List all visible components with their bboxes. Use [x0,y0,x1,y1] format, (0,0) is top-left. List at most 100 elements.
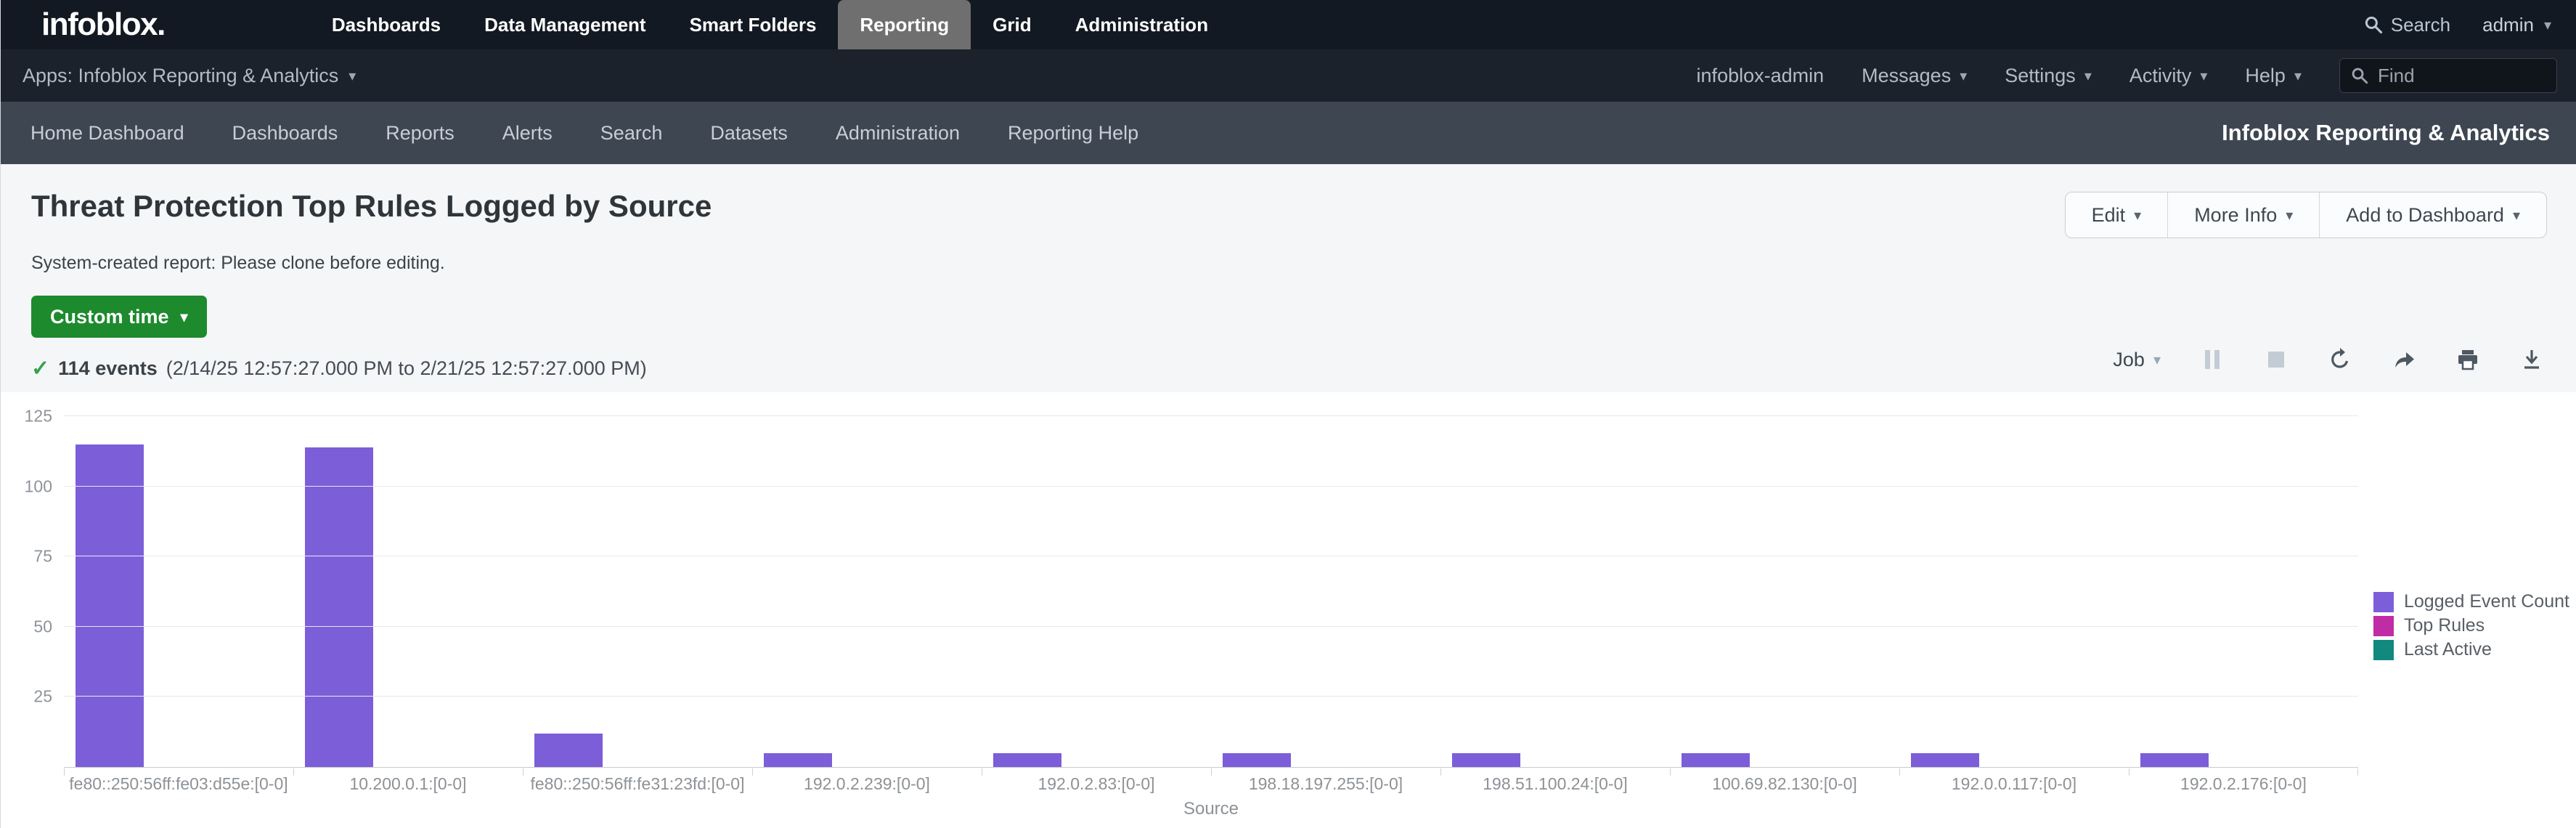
x-axis-category-label[interactable]: 198.51.100.24:[0-0] [1440,768,1670,794]
job-menu[interactable]: Job ▾ [2113,349,2161,371]
events-summary: ✓ 114 events (2/14/25 12:57:27.000 PM to… [31,356,647,381]
bar-group [982,416,1211,767]
x-axis-category-label[interactable]: 198.18.197.255:[0-0] [1211,768,1440,794]
nav-item-alerts[interactable]: Alerts [478,122,576,145]
chevron-down-icon: ▾ [181,308,188,326]
topbar-item-grid[interactable]: Grid [971,0,1053,49]
share-icon[interactable] [2392,347,2416,372]
nav-item-home-dashboard[interactable]: Home Dashboard [7,122,208,145]
search-icon [2350,66,2369,85]
appbar-menu-messages[interactable]: Messages▾ [1862,65,1967,87]
bar-group [64,416,293,767]
plot-area: 255075100125 [64,416,2358,768]
chevron-down-icon: ▾ [2084,67,2092,85]
bar-group [1899,416,2129,767]
events-count: 114 events [58,357,158,380]
legend-item-top-rules[interactable]: Top Rules [2373,614,2569,638]
topbar-item-administration[interactable]: Administration [1053,0,1230,49]
bar-logged-event-count[interactable] [1682,753,1750,767]
legend-item-last-active[interactable]: Last Active [2373,638,2569,662]
bar-logged-event-count[interactable] [1223,753,1291,767]
x-axis-category-label[interactable]: 192.0.2.239:[0-0] [752,768,982,794]
chart-legend: Logged Event Count Top RulesLast Active [2373,590,2569,662]
report-header: Threat Protection Top Rules Logged by So… [1,164,2576,392]
nav-item-dashboards[interactable]: Dashboards [208,122,362,145]
find-box[interactable] [2339,58,2557,93]
bar-group [523,416,752,767]
x-axis-category-label[interactable]: fe80::250:56ff:fe03:d55e:[0-0] [64,768,293,794]
nav-item-reports[interactable]: Reports [362,122,478,145]
bars-row [64,416,2358,767]
nav-item-search[interactable]: Search [576,122,687,145]
success-check-icon: ✓ [31,356,49,381]
legend-swatch [2373,592,2394,612]
more-info-button[interactable]: More Info▾ [2167,192,2319,238]
bar-logged-event-count[interactable] [2140,753,2209,767]
page-title: Threat Protection Top Rules Logged by So… [31,189,712,224]
bar-group [1440,416,1670,767]
appbar-menu-label: infoblox-admin [1697,65,1825,87]
y-axis-tick-label: 125 [1,407,52,426]
job-menu-label: Job [2113,349,2145,371]
user-menu[interactable]: admin ▾ [2482,14,2551,36]
search-icon [2363,15,2384,35]
bar-logged-event-count[interactable] [764,753,832,767]
appbar-menu-settings[interactable]: Settings▾ [2005,65,2092,87]
nav-item-administration[interactable]: Administration [812,122,984,145]
add-to-dashboard-button[interactable]: Add to Dashboard▾ [2319,192,2546,238]
legend-label: Logged Event Count [2404,591,2569,612]
legend-swatch [2373,640,2394,660]
action-group: Edit▾More Info▾Add to Dashboard▾ [2065,192,2547,238]
chevron-down-icon: ▾ [2200,67,2207,85]
action-button-label: More Info [2194,204,2277,227]
topbar: infoblox. DashboardsData ManagementSmart… [1,0,2576,49]
chevron-down-icon: ▾ [349,67,356,85]
apps-menu[interactable]: Apps: Infoblox Reporting & Analytics ▾ [23,65,356,87]
topbar-item-dashboards[interactable]: Dashboards [310,0,462,49]
topbar-item-reporting[interactable]: Reporting [838,0,971,49]
global-search-button[interactable]: Search [2363,14,2450,36]
bar-group [1211,416,1440,767]
bar-logged-event-count[interactable] [1452,753,1520,767]
events-range: (2/14/25 12:57:27.000 PM to 2/21/25 12:5… [166,357,647,380]
x-axis-category-label[interactable]: 192.0.2.176:[0-0] [2129,768,2358,794]
action-button-label: Edit [2092,204,2126,227]
x-axis-category-label[interactable]: 192.0.2.83:[0-0] [982,768,1211,794]
legend-item-logged-event-count[interactable]: Logged Event Count [2373,590,2569,614]
x-axis-category-label[interactable]: 192.0.0.117:[0-0] [1899,768,2129,794]
download-icon[interactable] [2519,347,2544,372]
y-axis-tick-label: 50 [1,617,52,636]
bar-logged-event-count[interactable] [534,734,603,767]
username-label: admin [2482,14,2534,36]
legend-label: Top Rules [2404,615,2485,636]
appbar-right: infoblox-admin Messages▾ Settings▾ Activity… [1697,58,2557,93]
appbar-menu-activity[interactable]: Activity ▾ [2129,65,2208,87]
chevron-down-icon: ▾ [2294,67,2302,85]
appbar-menu-label: Activity [2129,65,2192,87]
nav-item-reporting-help[interactable]: Reporting Help [984,122,1162,145]
edit-button[interactable]: Edit▾ [2066,192,2168,238]
topbar-item-smart-folders[interactable]: Smart Folders [668,0,839,49]
appbar-menu-help[interactable]: Help ▾ [2245,65,2302,87]
x-axis-category-label[interactable]: fe80::250:56ff:fe31:23fd:[0-0] [523,768,752,794]
section-navbar: Home DashboardDashboardsReportsAlertsSea… [1,102,2576,164]
print-icon[interactable] [2455,347,2480,372]
bar-logged-event-count[interactable] [1911,753,1979,767]
app-title: Infoblox Reporting & Analytics [2222,120,2550,146]
x-axis-category-label[interactable]: 10.200.0.1:[0-0] [293,768,523,794]
x-axis-category-label[interactable]: 100.69.82.130:[0-0] [1670,768,1899,794]
action-button-label: Add to Dashboard [2346,204,2504,227]
appbar-menu-infoblox-admin[interactable]: infoblox-admin [1697,65,1825,87]
y-axis-tick-label: 25 [1,687,52,707]
bar-logged-event-count[interactable] [305,447,373,767]
reload-icon[interactable] [2328,347,2352,372]
find-input[interactable] [2376,64,2546,88]
bar-logged-event-count[interactable] [76,445,144,767]
topbar-item-data-management[interactable]: Data Management [462,0,668,49]
appbar-menu-label: Help [2245,65,2286,87]
topbar-nav: DashboardsData ManagementSmart FoldersRe… [310,0,1230,49]
nav-item-datasets[interactable]: Datasets [686,122,812,145]
infoblox-logo: infoblox. [41,0,165,49]
bar-logged-event-count[interactable] [993,753,1061,767]
time-range-button[interactable]: Custom time ▾ [31,296,207,338]
